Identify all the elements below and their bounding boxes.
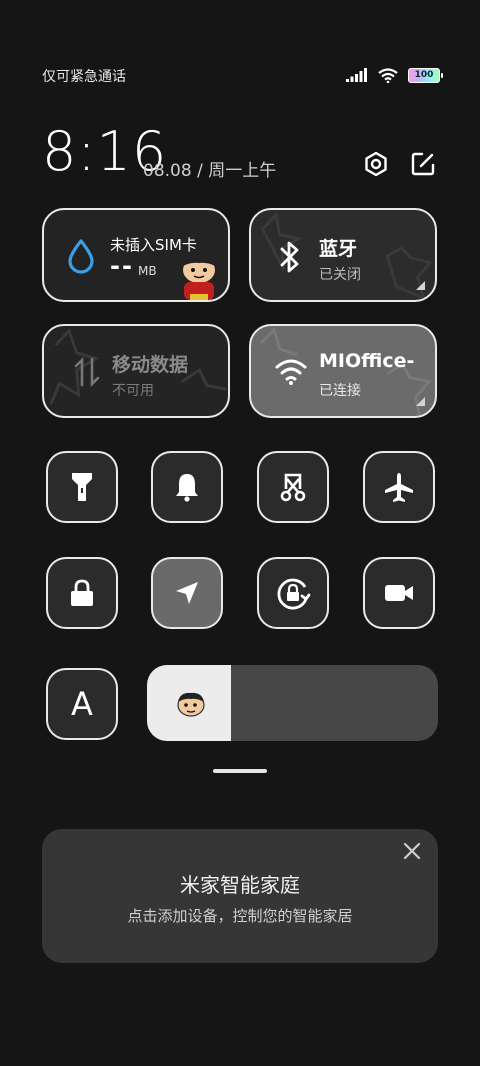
status-carrier-text: 仅可紧急通话	[42, 69, 126, 85]
location-toggle[interactable]	[151, 557, 223, 629]
auto-brightness-label: A	[71, 685, 93, 723]
expand-corner-icon[interactable]	[416, 397, 425, 406]
smart-home-subtitle: 点击添加设备，控制您的智能家居	[127, 907, 353, 925]
settings-button[interactable]	[362, 150, 390, 178]
battery-level: 100	[414, 70, 434, 80]
wifi-status-icon	[378, 67, 398, 83]
screen-record-toggle[interactable]	[363, 557, 435, 629]
bluetooth-status: 已关闭	[319, 267, 361, 283]
signal-icon	[346, 68, 367, 82]
wifi-tile[interactable]: MIOffice- 已连接	[249, 324, 437, 418]
sim-data-tile[interactable]: 未插入SIM卡 -- MB	[42, 208, 230, 302]
mobile-data-title: 移动数据	[112, 354, 189, 376]
bell-icon	[176, 474, 198, 502]
bluetooth-icon	[280, 241, 299, 273]
edit-icon	[411, 152, 435, 176]
wifi-status: 已连接	[319, 383, 361, 399]
bluetooth-title: 蓝牙	[319, 238, 358, 260]
airplane-toggle[interactable]	[363, 451, 435, 523]
wifi-network-name: MIOffice-	[319, 350, 415, 372]
smart-home-card[interactable]: 米家智能家庭 点击添加设备，控制您的智能家居	[42, 829, 438, 963]
battery-icon: 100	[408, 67, 443, 83]
screenshot-toggle[interactable]	[257, 451, 329, 523]
rotation-lock-icon	[277, 578, 311, 610]
status-icons: 100	[346, 66, 443, 84]
water-drop-icon	[68, 239, 94, 274]
bluetooth-tile[interactable]: 蓝牙 已关闭	[249, 208, 437, 302]
airplane-icon	[385, 473, 413, 502]
location-arrow-icon	[176, 582, 198, 604]
rotation-lock-toggle[interactable]	[257, 557, 329, 629]
drag-handle[interactable]	[213, 769, 267, 773]
smart-home-title: 米家智能家庭	[180, 873, 300, 897]
mobile-data-tile[interactable]: 移动数据 不可用	[42, 324, 230, 418]
lock-icon	[71, 579, 93, 606]
close-icon[interactable]	[402, 841, 422, 861]
wifi-icon	[275, 359, 307, 385]
lock-screen-toggle[interactable]	[46, 557, 118, 629]
data-usage-unit: MB	[138, 264, 157, 278]
data-usage-value: --	[110, 252, 134, 280]
mobile-data-status: 不可用	[112, 383, 154, 399]
clock-date[interactable]: 08.08 / 周一上午	[143, 156, 276, 181]
ring-toggle[interactable]	[151, 451, 223, 523]
edit-button[interactable]	[409, 150, 437, 178]
gear-icon	[365, 151, 387, 177]
mobile-data-arrows-icon	[74, 356, 100, 388]
expand-corner-icon[interactable]	[416, 281, 425, 290]
cartoon-face-icon	[177, 692, 205, 717]
flashlight-icon	[72, 473, 92, 501]
cartoon-sticker-icon	[183, 256, 215, 300]
brightness-slider[interactable]	[147, 665, 438, 741]
scissors-icon	[280, 473, 306, 502]
flashlight-toggle[interactable]	[46, 451, 118, 523]
video-camera-icon	[385, 585, 413, 601]
auto-brightness-toggle[interactable]: A	[46, 668, 118, 740]
